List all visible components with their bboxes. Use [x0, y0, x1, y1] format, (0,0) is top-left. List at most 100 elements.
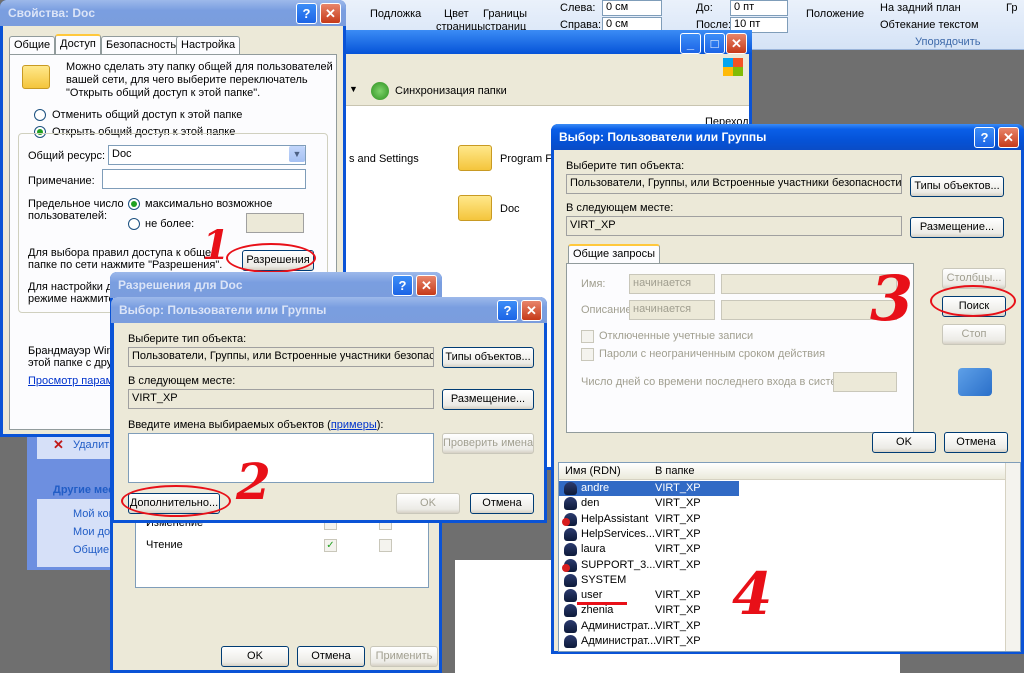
- table-row[interactable]: Администрат... VIRT_XP: [559, 634, 1007, 649]
- ribbon-wrap[interactable]: Обтекание текстом: [880, 19, 979, 31]
- note-input[interactable]: [102, 169, 306, 189]
- ribbon-watermark[interactable]: Подложка: [370, 8, 421, 20]
- sync-icon[interactable]: [371, 82, 389, 100]
- properties-title: Свойства: Doc: [0, 0, 346, 26]
- tab-common-queries[interactable]: Общие запросы: [568, 244, 660, 264]
- table-row[interactable]: HelpServices... VIRT_XP: [559, 527, 1007, 542]
- name-label: Имя:: [581, 278, 606, 290]
- row-folder: VIRT_XP: [655, 543, 701, 556]
- shared-folder-icon[interactable]: [458, 195, 492, 221]
- ribbon-left-input[interactable]: 0 см: [602, 0, 662, 16]
- description-mode-combo[interactable]: начинается: [629, 300, 715, 320]
- no-expire-label: Пароли с неограниченным сроком действия: [599, 348, 826, 360]
- object-types-button[interactable]: Типы объектов...: [910, 176, 1004, 197]
- ribbon-more[interactable]: Гр: [1006, 2, 1017, 14]
- radio-limit[interactable]: [128, 218, 140, 230]
- ok-button[interactable]: OK: [872, 432, 936, 453]
- examples-link[interactable]: примеры: [331, 419, 377, 431]
- explorer-item-doc[interactable]: Doc: [500, 203, 520, 215]
- perm-read-deny[interactable]: [379, 539, 392, 552]
- explorer-item-settings[interactable]: s and Settings: [349, 153, 419, 165]
- disabled-accounts-checkbox[interactable]: [581, 330, 594, 343]
- table-row[interactable]: SUPPORT_3... VIRT_XP: [559, 558, 1007, 573]
- table-row[interactable]: user VIRT_XP: [559, 588, 1007, 606]
- help-icon[interactable]: ?: [392, 275, 413, 296]
- col-name-header[interactable]: Имя (RDN): [565, 465, 621, 477]
- share-name-combo[interactable]: Doc: [108, 145, 306, 165]
- minimize-icon[interactable]: _: [680, 33, 701, 54]
- folder-icon[interactable]: [458, 145, 492, 171]
- table-row[interactable]: andre VIRT_XP: [559, 481, 739, 496]
- select-users-dialog-advanced: Выбор: Пользователи или Группы ? ✕ Выбер…: [551, 124, 1024, 654]
- close-icon[interactable]: ✕: [521, 300, 542, 321]
- row-name: HelpAssistant: [581, 512, 649, 525]
- limit-spinner[interactable]: [246, 213, 304, 233]
- tab-security[interactable]: Безопасность: [101, 36, 182, 54]
- table-row[interactable]: den VIRT_XP: [559, 496, 1007, 511]
- col-folder-header[interactable]: В папке: [655, 465, 694, 477]
- no-expire-checkbox[interactable]: [581, 348, 594, 361]
- close-icon[interactable]: ✕: [998, 127, 1019, 148]
- row-name: zhenia: [581, 604, 614, 617]
- row-name: SYSTEM: [581, 573, 627, 586]
- apply-button[interactable]: Применить: [370, 646, 438, 667]
- help-icon[interactable]: ?: [974, 127, 995, 148]
- cancel-button[interactable]: Отмена: [297, 646, 365, 667]
- ribbon-position[interactable]: Положение: [806, 8, 864, 20]
- radio-max[interactable]: [128, 198, 140, 210]
- sync-folder-button[interactable]: Синхронизация папки: [395, 85, 507, 97]
- close-icon[interactable]: ✕: [416, 275, 437, 296]
- intro-line-2: вашей сети, для чего выберите переключат…: [66, 74, 308, 86]
- days-combo[interactable]: [833, 372, 897, 392]
- chevron-down-icon[interactable]: ▼: [289, 146, 305, 162]
- tab-sharing[interactable]: Доступ: [55, 34, 101, 54]
- table-row[interactable]: HelpAssistant VIRT_XP: [559, 512, 1007, 527]
- help-icon[interactable]: ?: [296, 3, 317, 24]
- row-folder: VIRT_XP: [655, 619, 701, 632]
- maximize-icon[interactable]: □: [704, 33, 725, 54]
- ribbon-page-color[interactable]: Цвет: [444, 8, 469, 20]
- table-row[interactable]: Администрат... VIRT_XP: [559, 619, 1007, 634]
- dropdown-arrow-icon[interactable]: ▼: [349, 84, 358, 94]
- radio-unshare[interactable]: [34, 109, 46, 121]
- table-row[interactable]: zhenia VIRT_XP: [559, 603, 1007, 618]
- user-icon: [564, 543, 577, 557]
- row-name: Администрат...: [581, 619, 657, 632]
- locations-button[interactable]: Размещение...: [910, 217, 1004, 238]
- close-icon[interactable]: ✕: [320, 3, 341, 24]
- ribbon-before-input[interactable]: 0 пт: [730, 0, 788, 16]
- names-textarea[interactable]: [128, 433, 434, 483]
- stop-button[interactable]: Стоп: [942, 324, 1006, 345]
- user-icon: [564, 635, 577, 648]
- results-scrollbar[interactable]: [1005, 463, 1020, 651]
- close-icon[interactable]: ✕: [726, 33, 747, 54]
- help-icon[interactable]: ?: [497, 300, 518, 321]
- days-label: Число дней со времени последнего входа в…: [581, 376, 853, 388]
- ok-button[interactable]: OK: [221, 646, 289, 667]
- ok-button[interactable]: OK: [396, 493, 460, 514]
- delete-icon[interactable]: ✕: [53, 437, 64, 453]
- search-results-list: Имя (RDN) В папке andre VIRT_XP den VIRT_XP…: [558, 462, 1021, 652]
- annotation-number-2: 2: [236, 452, 271, 511]
- tab-customize[interactable]: Настройка: [176, 36, 241, 54]
- cancel-button[interactable]: Отмена: [470, 493, 534, 514]
- select-big-title: Выбор: Пользователи или Группы: [551, 124, 1024, 150]
- note-label: Примечание:: [28, 175, 95, 187]
- ribbon-page-borders[interactable]: Границы: [483, 8, 527, 20]
- locations-button[interactable]: Размещение...: [442, 389, 534, 410]
- check-names-button[interactable]: Проверить имена: [442, 433, 534, 454]
- user-icon: [564, 604, 577, 618]
- row-folder: VIRT_XP: [655, 527, 701, 540]
- name-mode-combo[interactable]: начинается: [629, 274, 715, 294]
- annotation-number-1: 1: [202, 222, 230, 269]
- task-delete[interactable]: Удалить: [73, 439, 115, 451]
- cancel-button[interactable]: Отмена: [944, 432, 1008, 453]
- select-small-title: Выбор: Пользователи или Группы: [111, 297, 547, 323]
- tab-general[interactable]: Общие: [9, 36, 56, 54]
- table-row[interactable]: laura VIRT_XP: [559, 542, 1007, 557]
- row-name: SUPPORT_3...: [581, 558, 656, 571]
- perm-read-allow[interactable]: ✓: [324, 539, 337, 552]
- table-row[interactable]: SYSTEM: [559, 573, 1007, 588]
- ribbon-back[interactable]: На задний план: [880, 2, 961, 14]
- object-types-button[interactable]: Типы объектов...: [442, 347, 534, 368]
